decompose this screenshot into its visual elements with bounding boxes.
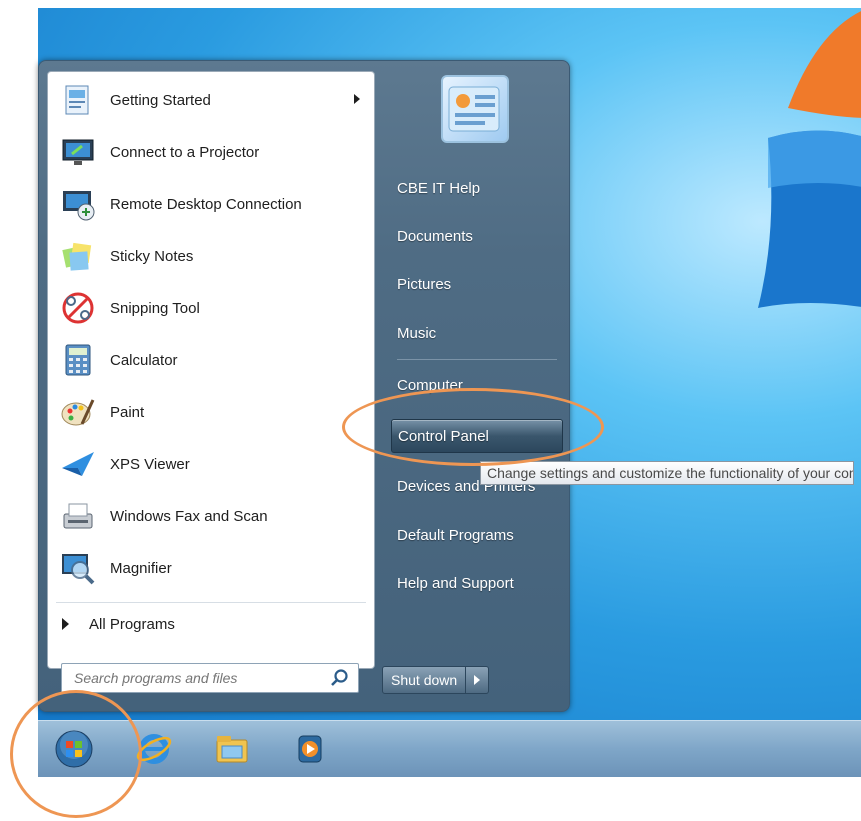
program-label: Calculator [110, 351, 178, 369]
remote-desktop-icon [58, 184, 98, 224]
places-item-label: Music [397, 324, 437, 342]
start-menu: Getting Started Connect to a Projector R… [38, 60, 570, 712]
program-label: Paint [110, 403, 145, 421]
program-sticky-notes[interactable]: Sticky Notes [52, 232, 370, 280]
user-tile-icon [448, 86, 500, 132]
places-separator [397, 359, 557, 360]
taskbar-media-player[interactable] [288, 727, 332, 771]
programs-pane: Getting Started Connect to a Projector R… [47, 71, 375, 669]
program-label: Snipping Tool [110, 299, 200, 317]
places-item-label: Pictures [397, 275, 452, 293]
program-label: Getting Started [110, 91, 211, 109]
program-label: Connect to a Projector [110, 143, 260, 161]
taskbar-file-explorer[interactable] [210, 727, 254, 771]
places-item-cbe-it-help[interactable]: CBE IT Help [391, 171, 563, 205]
places-item-label: Default Programs [397, 526, 514, 544]
calculator-icon [58, 340, 98, 380]
media-player-icon [298, 735, 322, 763]
all-programs-button[interactable]: All Programs [52, 609, 370, 639]
program-xps-viewer[interactable]: XPS Viewer [52, 440, 370, 488]
program-remote-desktop[interactable]: Remote Desktop Connection [52, 180, 370, 228]
program-getting-started[interactable]: Getting Started [52, 76, 370, 124]
magnifier-icon [58, 548, 98, 588]
programs-separator [56, 602, 366, 603]
search-icon[interactable] [330, 668, 350, 688]
control-panel-tooltip: Change settings and customize the functi… [480, 461, 854, 485]
places-item-music[interactable]: Music [391, 316, 563, 350]
search-input[interactable] [72, 667, 316, 689]
program-magnifier[interactable]: Magnifier [52, 544, 370, 592]
getting-started-icon [58, 80, 98, 120]
program-label: XPS Viewer [110, 455, 190, 473]
chevron-right-icon [474, 675, 481, 685]
start-button-highlight-ring [10, 690, 142, 818]
program-snipping-tool[interactable]: Snipping Tool [52, 284, 370, 332]
shutdown-label: Shut down [391, 672, 458, 688]
all-programs-label: All Programs [89, 615, 175, 633]
program-connect-projector[interactable]: Connect to a Projector [52, 128, 370, 176]
user-picture[interactable] [441, 75, 509, 143]
program-paint[interactable]: Paint [52, 388, 370, 436]
projector-icon [58, 132, 98, 172]
submenu-arrow-icon [354, 94, 360, 104]
program-calculator[interactable]: Calculator [52, 336, 370, 384]
xps-viewer-icon [58, 444, 98, 484]
program-label: Windows Fax and Scan [110, 507, 268, 525]
all-programs-arrow-icon [62, 618, 69, 630]
fax-scan-icon [58, 496, 98, 536]
places-item-default-programs[interactable]: Default Programs [391, 518, 563, 552]
snipping-tool-icon [58, 288, 98, 328]
file-explorer-icon [216, 736, 248, 763]
places-pane: CBE IT Help Documents Pictures Music Com… [383, 61, 569, 711]
places-item-pictures[interactable]: Pictures [391, 267, 563, 301]
tooltip-text: Change settings and customize the functi… [487, 465, 853, 481]
control-panel-highlight-ring [342, 388, 604, 466]
taskbar [38, 720, 861, 777]
program-label: Remote Desktop Connection [110, 195, 302, 213]
shutdown-options-button[interactable] [466, 666, 490, 694]
program-label: Magnifier [110, 559, 172, 577]
program-fax-scan[interactable]: Windows Fax and Scan [52, 492, 370, 540]
places-item-label: Help and Support [397, 574, 514, 592]
places-item-label: CBE IT Help [397, 179, 481, 197]
search-box[interactable] [61, 663, 359, 693]
windows-logo-wallpaper-icon [758, 11, 861, 308]
places-item-help-support[interactable]: Help and Support [391, 566, 563, 600]
places-item-label: Documents [397, 227, 473, 245]
program-label: Sticky Notes [110, 247, 194, 265]
sticky-notes-icon [58, 236, 98, 276]
shutdown-group: Shut down [382, 666, 490, 694]
paint-icon [58, 392, 98, 432]
places-item-documents[interactable]: Documents [391, 219, 563, 253]
shutdown-button[interactable]: Shut down [382, 666, 467, 694]
